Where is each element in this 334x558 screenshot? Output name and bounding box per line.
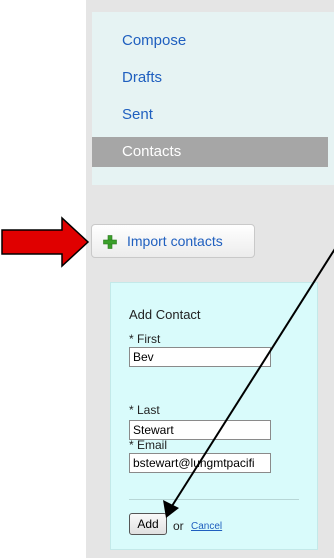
email-input[interactable] (129, 453, 271, 473)
or-text: or (173, 519, 184, 533)
first-label: * First (129, 332, 161, 346)
nav-item-drafts[interactable]: Drafts (92, 63, 328, 93)
last-label: * Last (129, 403, 160, 417)
import-contacts-button[interactable]: Import contacts (91, 224, 255, 258)
first-name-input[interactable] (129, 347, 271, 367)
add-contact-title: Add Contact (129, 307, 201, 322)
add-contact-form: Add Contact * First * Last * Email Add o… (110, 282, 318, 550)
nav-item-compose[interactable]: Compose (92, 26, 328, 56)
nav-item-contacts[interactable]: Contacts (92, 137, 328, 167)
form-divider (129, 499, 299, 500)
plus-icon (103, 235, 117, 249)
sidebar-nav: Compose Drafts Sent Contacts (92, 12, 334, 185)
last-name-input[interactable] (129, 420, 271, 440)
import-contacts-label: Import contacts (127, 233, 223, 249)
red-arrow-icon (1, 216, 90, 268)
email-label: * Email (129, 438, 168, 452)
cancel-link[interactable]: Cancel (191, 521, 222, 532)
add-button[interactable]: Add (129, 513, 167, 535)
nav-item-sent[interactable]: Sent (92, 100, 328, 130)
